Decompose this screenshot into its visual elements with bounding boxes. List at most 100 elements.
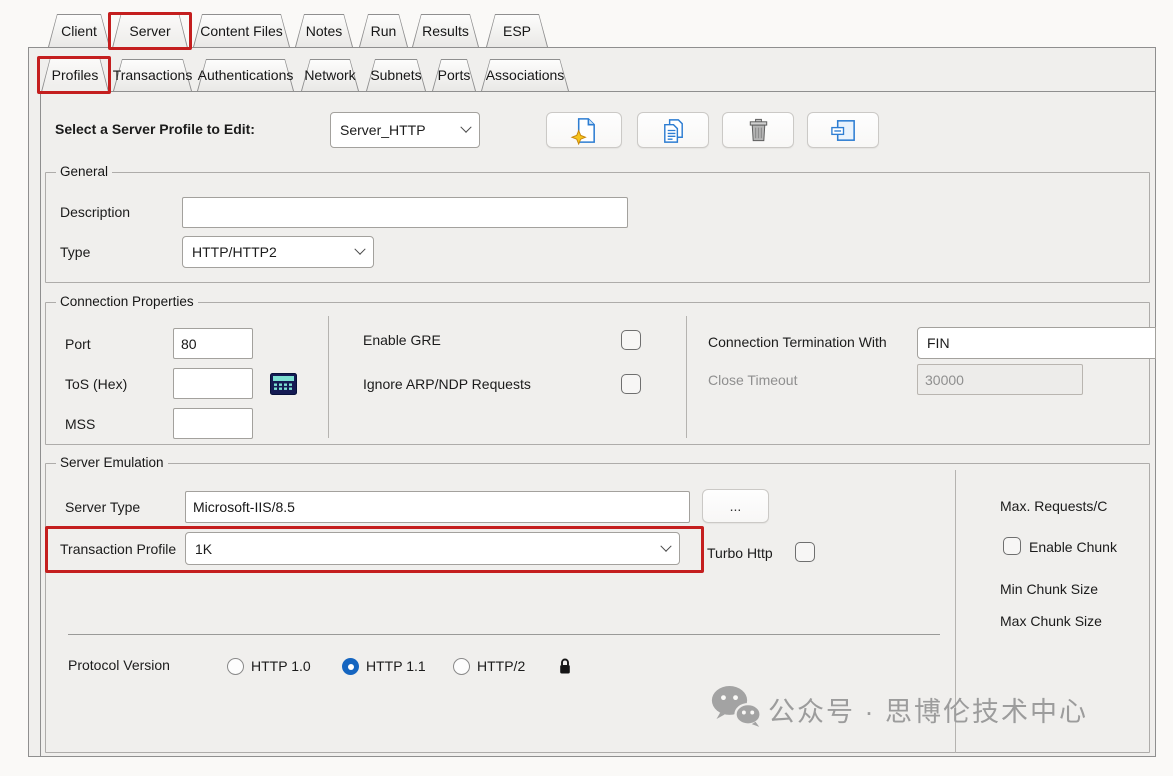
protocol-version-label: Protocol Version [68,657,170,673]
turbo-http-checkbox[interactable] [795,542,815,562]
rename-profile-button[interactable] [807,112,879,148]
server-type-input[interactable] [185,491,690,523]
tos-calculator-button[interactable] [270,373,297,395]
separator-line [68,634,940,635]
tab-client[interactable]: Client [48,14,110,47]
tab-ports[interactable]: Ports [432,59,476,91]
tab-content-files[interactable]: Content Files [193,14,290,47]
description-input[interactable] [182,197,628,228]
enable-chunk-checkbox[interactable] [1003,537,1021,555]
max-requests-label: Max. Requests/C [1000,498,1107,514]
tab-network[interactable]: Network [301,59,359,91]
tab-transactions[interactable]: Transactions [113,59,192,91]
http2-radio[interactable] [453,658,470,675]
new-profile-button[interactable] [546,112,622,148]
connection-properties-legend: Connection Properties [56,294,198,309]
divider [686,316,687,438]
tab-associations-label: Associations [481,59,569,91]
description-label: Description [60,204,130,220]
server-profile-select[interactable]: Server_HTTP [330,112,480,148]
type-select[interactable]: HTTP/HTTP2 [182,236,374,268]
tab-results-label: Results [412,14,479,47]
chevron-down-icon [354,244,365,255]
tab-ports-label: Ports [432,59,476,91]
mss-label: MSS [65,416,95,432]
close-timeout-input [917,364,1083,395]
new-profile-icon [570,116,599,145]
termination-select[interactable]: FIN [917,327,1156,359]
divider [328,316,329,438]
rename-profile-icon [829,116,858,145]
tab-authentications[interactable]: Authentications [197,59,294,91]
tab-notes[interactable]: Notes [295,14,353,47]
turbo-http-label: Turbo Http [707,545,773,561]
termination-label: Connection Termination With [708,334,887,350]
chevron-down-icon [460,122,471,133]
transaction-profile-label: Transaction Profile [60,541,176,557]
tab-authentications-label: Authentications [197,59,294,91]
browse-button-label: ... [730,498,742,514]
tab-esp[interactable]: ESP [486,14,548,47]
general-legend: General [56,164,112,179]
tab-content-files-label: Content Files [193,14,290,47]
server-type-label: Server Type [65,499,140,515]
copy-profile-button[interactable] [637,112,709,148]
delete-profile-icon [744,116,773,145]
type-label: Type [60,244,90,260]
tab-client-label: Client [48,14,110,47]
tab-profiles-label: Profiles [41,58,109,92]
page-margin-right [1156,0,1173,776]
tab-associations[interactable]: Associations [481,59,569,91]
tab-notes-label: Notes [295,14,353,47]
tab-server[interactable]: Server [112,13,188,48]
page-margin-left [0,0,28,776]
http11-radio-label: HTTP 1.1 [366,658,426,674]
tab-server-label: Server [112,13,188,48]
protocol-lock [558,657,572,675]
tab-subnets[interactable]: Subnets [366,59,426,91]
lock-icon [558,657,572,675]
tab-esp-label: ESP [486,14,548,47]
enable-gre-label: Enable GRE [363,332,441,348]
http10-radio[interactable] [227,658,244,675]
tab-results[interactable]: Results [412,14,479,47]
page-margin-bottom [0,758,1173,776]
tab-network-label: Network [301,59,359,91]
port-input[interactable] [173,328,253,359]
http11-radio[interactable] [342,658,359,675]
profile-selector-label: Select a Server Profile to Edit: [55,121,255,137]
calculator-icon [270,373,297,395]
delete-profile-button[interactable] [722,112,794,148]
mss-input[interactable] [173,408,253,439]
tos-label: ToS (Hex) [65,376,127,392]
enable-chunk-label: Enable Chunk [1029,539,1117,555]
tab-transactions-label: Transactions [113,59,192,91]
transaction-profile-value: 1K [195,541,662,557]
tos-input[interactable] [173,368,253,399]
termination-value: FIN [927,335,1146,351]
chevron-down-icon [660,540,671,551]
type-value: HTTP/HTTP2 [192,244,356,260]
copy-profile-icon [659,116,688,145]
http2-radio-label: HTTP/2 [477,658,525,674]
transaction-profile-select[interactable]: 1K [185,532,680,565]
tab-profiles[interactable]: Profiles [41,58,109,92]
close-timeout-label: Close Timeout [708,372,797,388]
tab-run-label: Run [359,14,408,47]
max-chunk-label: Max Chunk Size [1000,613,1102,629]
app-window: Client Server Content Files Notes Run Re… [0,0,1173,776]
server-profile-value: Server_HTTP [340,122,462,138]
min-chunk-label: Min Chunk Size [1000,581,1098,597]
server-emulation-legend: Server Emulation [56,455,168,470]
http10-radio-label: HTTP 1.0 [251,658,311,674]
enable-gre-checkbox[interactable] [621,330,641,350]
watermark-text: 公众号 · 思博伦技术中心 [768,690,1088,729]
wechat-icon [710,684,762,728]
server-type-browse-button[interactable]: ... [702,489,769,523]
tab-run[interactable]: Run [359,14,408,47]
ignore-arp-label: Ignore ARP/NDP Requests [363,376,531,392]
tab-subnets-label: Subnets [366,59,426,91]
watermark [710,684,762,728]
port-label: Port [65,336,91,352]
ignore-arp-checkbox[interactable] [621,374,641,394]
